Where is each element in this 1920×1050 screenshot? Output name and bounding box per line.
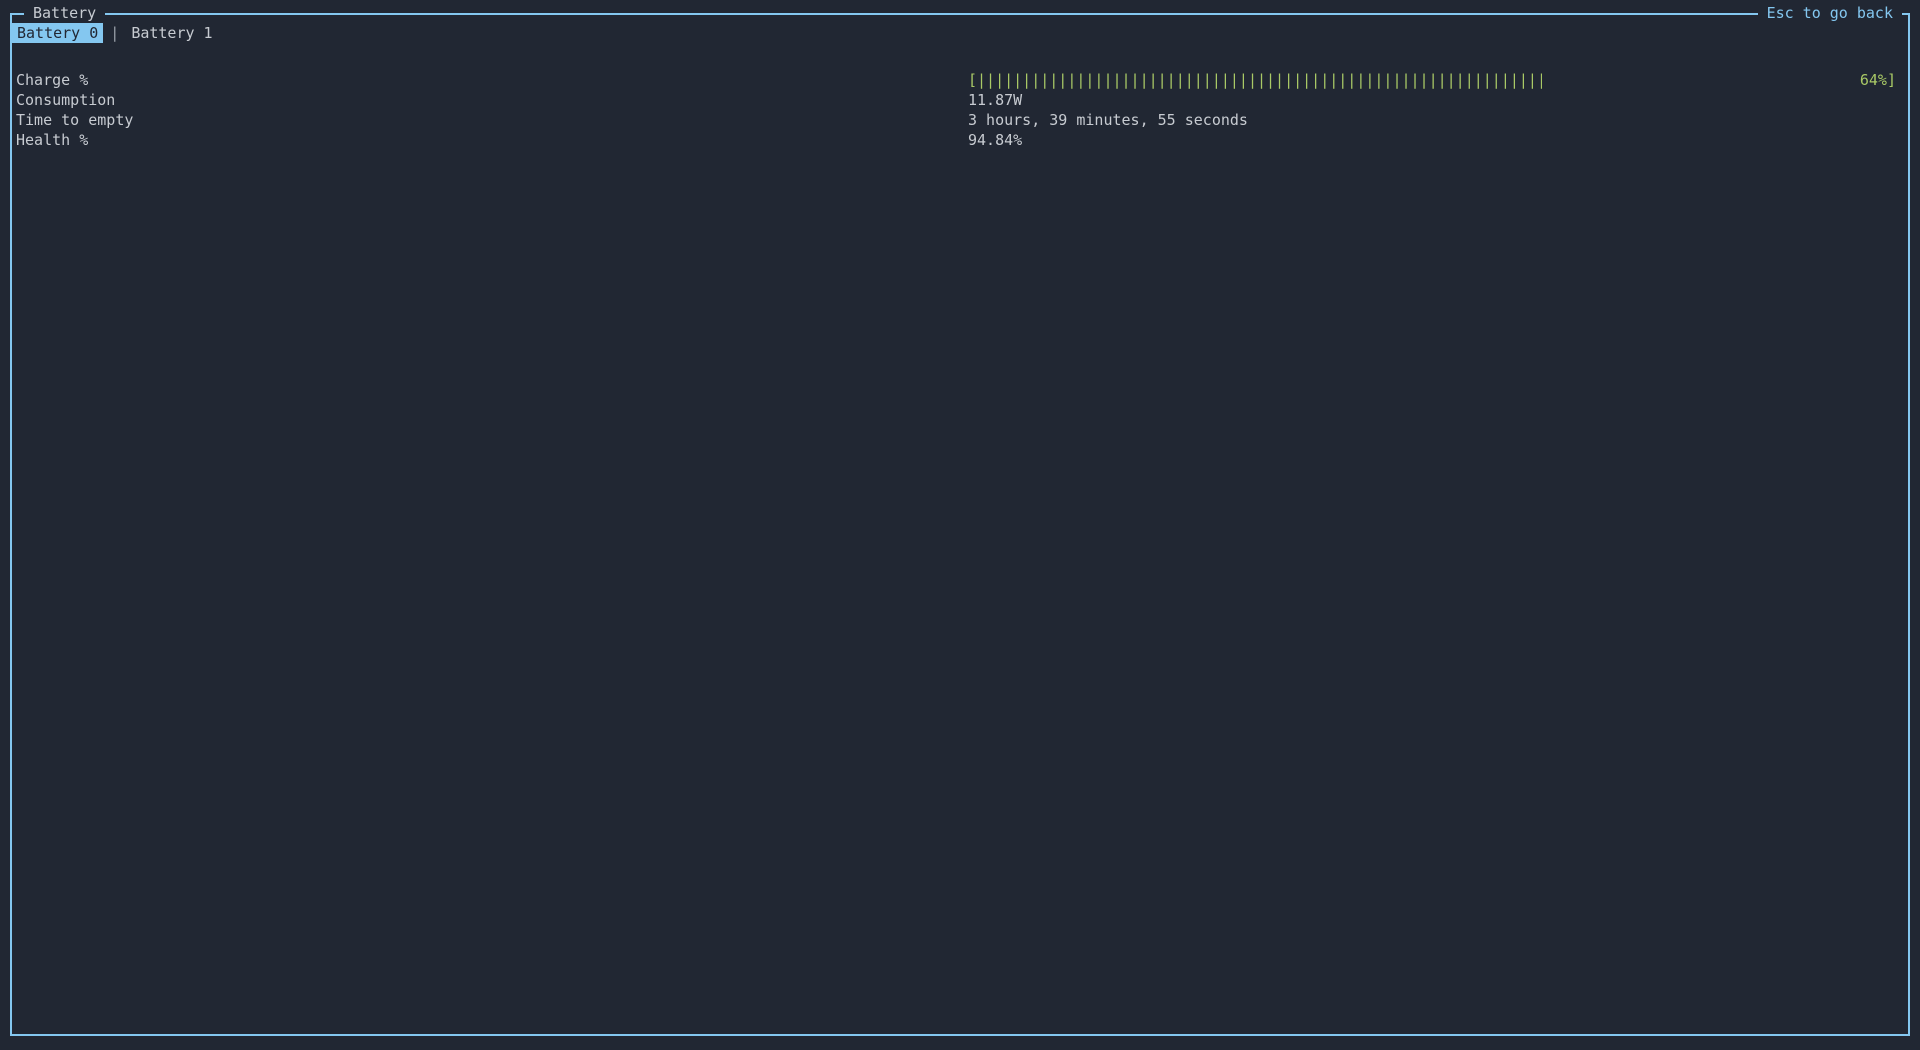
health-label: Health % <box>16 130 968 150</box>
tab-battery-1[interactable]: Battery 1 <box>126 23 217 43</box>
gauge-open-bracket: [ <box>968 70 977 90</box>
gauge-track: ||||||||||||||||||||||||||||||||||||||||… <box>977 70 1860 90</box>
battery-widget-frame: Battery Esc to go back Battery 0 | Batte… <box>10 13 1910 1036</box>
consumption-row: Consumption 11.87W <box>16 90 1896 110</box>
battery-tabs: Battery 0 | Battery 1 <box>12 23 218 43</box>
gauge-fill: ||||||||||||||||||||||||||||||||||||||||… <box>977 70 1542 90</box>
charge-gauge: [ ||||||||||||||||||||||||||||||||||||||… <box>968 70 1896 90</box>
charge-row: Charge % [ |||||||||||||||||||||||||||||… <box>16 70 1896 90</box>
gauge-percent-label: 64% <box>1860 70 1887 90</box>
consumption-value: 11.87W <box>968 90 1896 110</box>
time-to-empty-row: Time to empty 3 hours, 39 minutes, 55 se… <box>16 110 1896 130</box>
battery-stats: Charge % [ |||||||||||||||||||||||||||||… <box>16 70 1896 150</box>
health-row: Health % 94.84% <box>16 130 1896 150</box>
consumption-label: Consumption <box>16 90 968 110</box>
gauge-close-bracket: ] <box>1887 70 1896 90</box>
health-value: 94.84% <box>968 130 1896 150</box>
tab-battery-0[interactable]: Battery 0 <box>12 23 103 43</box>
tab-separator: | <box>103 23 126 43</box>
time-to-empty-label: Time to empty <box>16 110 968 130</box>
charge-label: Charge % <box>16 70 968 90</box>
widget-content: Battery 0 | Battery 1 Charge % [ |||||||… <box>12 15 1908 1034</box>
time-to-empty-value: 3 hours, 39 minutes, 55 seconds <box>968 110 1896 130</box>
